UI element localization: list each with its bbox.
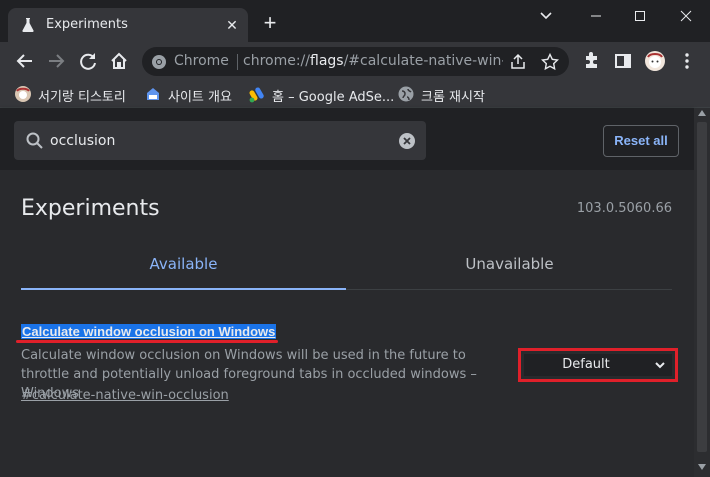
reset-all-button[interactable]: Reset all	[603, 125, 679, 157]
back-arrow-icon[interactable]	[14, 50, 36, 72]
address-bar[interactable]: Chrome chrome://flags/#calculate-native-…	[142, 47, 569, 76]
browser-window: Experiments ✕ + Chrome chrome://flags/#c…	[0, 0, 710, 477]
adsense-icon	[249, 87, 264, 103]
tab-bar: Available Unavailable	[21, 240, 672, 290]
home-icon[interactable]	[108, 50, 130, 72]
experiments-content: Experiments 103.0.5060.66 Available Unav…	[0, 170, 694, 477]
bookmark-star-icon[interactable]	[541, 53, 559, 71]
toolbar: Chrome chrome://flags/#calculate-native-…	[0, 42, 710, 80]
chevron-down-icon	[655, 362, 665, 369]
bookmark-label: 사이트 개요	[168, 90, 232, 105]
minimize-icon[interactable]	[584, 6, 608, 26]
url-text[interactable]: chrome://flags/#calculate-native-win-o..…	[243, 53, 503, 69]
tab-unavailable[interactable]: Unavailable	[347, 240, 672, 290]
version-label: 103.0.5060.66	[576, 201, 672, 216]
chrome-icon	[152, 55, 166, 69]
search-header: Reset all	[0, 108, 694, 170]
forward-arrow-icon[interactable]	[45, 50, 67, 72]
bookmark-label: 서기랑 티스토리	[38, 90, 126, 105]
omnibox-divider	[237, 54, 238, 70]
share-icon[interactable]	[509, 53, 527, 71]
vertical-scrollbar[interactable]	[694, 108, 710, 477]
tab-close-icon[interactable]: ✕	[224, 17, 240, 33]
site-icon	[147, 88, 159, 100]
bookmark-label: 크롬 재시작	[421, 90, 485, 105]
tab-search-chevron-down-icon[interactable]	[534, 6, 558, 26]
flag-state-select[interactable]: Default	[524, 354, 672, 376]
profile-avatar-icon[interactable]	[644, 50, 666, 72]
flags-page: Reset all Experiments 103.0.5060.66 Avai…	[0, 108, 710, 477]
clear-search-icon[interactable]	[398, 132, 416, 150]
scroll-down-arrow-icon[interactable]	[698, 464, 706, 470]
tab-title: Experiments	[46, 17, 128, 32]
maximize-icon[interactable]	[628, 6, 652, 26]
select-value: Default	[562, 357, 610, 372]
side-panel-icon[interactable]	[613, 51, 633, 71]
bookmark-label: 홈 – Google AdSe...	[272, 90, 395, 105]
page-title: Experiments	[21, 196, 160, 221]
red-underline-annotation	[16, 340, 278, 343]
scrollbar-thumb[interactable]	[697, 122, 707, 452]
avatar-icon	[15, 86, 31, 102]
search-field[interactable]	[14, 121, 426, 160]
window-close-icon[interactable]	[674, 6, 698, 26]
globe-icon	[398, 86, 414, 102]
scroll-up-arrow-icon[interactable]	[698, 110, 706, 116]
title-bar: Experiments ✕ +	[0, 0, 710, 42]
flag-permalink[interactable]: #calculate-native-win-occlusion	[21, 388, 229, 403]
tab-experiments[interactable]: Experiments ✕	[8, 8, 248, 42]
new-tab-button[interactable]: +	[258, 12, 282, 36]
extensions-puzzle-icon[interactable]	[582, 51, 602, 71]
search-icon	[26, 132, 43, 149]
reload-icon[interactable]	[77, 50, 99, 72]
tab-available[interactable]: Available	[21, 240, 346, 290]
omnibox-label: Chrome	[174, 53, 229, 69]
search-input[interactable]	[50, 130, 390, 152]
bookmarks-bar: 서기랑 티스토리 사이트 개요 홈 – Google AdSe... 크롬 재시…	[0, 80, 710, 108]
more-menu-icon[interactable]	[677, 51, 697, 71]
flag-name: Calculate window occlusion on Windows	[21, 324, 277, 339]
flask-icon	[22, 18, 34, 32]
